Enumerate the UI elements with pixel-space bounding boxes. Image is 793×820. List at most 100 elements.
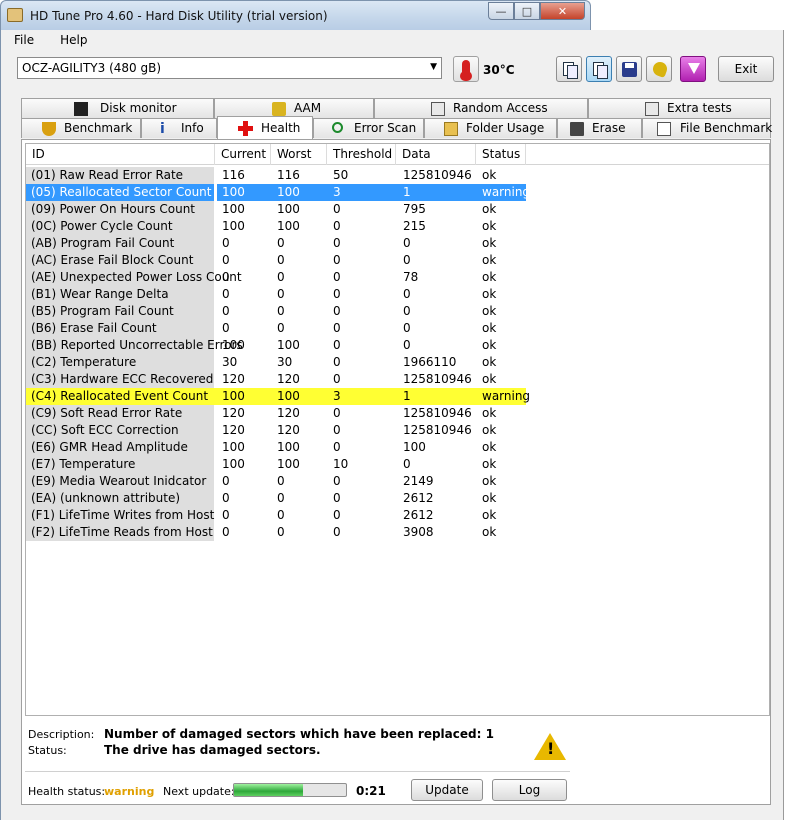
smart-attributes-table[interactable]: ID Current Worst Threshold Data Status (… [25, 143, 770, 716]
speaker-icon [272, 102, 286, 116]
cell-data: 2612 [403, 491, 434, 505]
folder-icon [444, 122, 458, 136]
header-current[interactable]: Current [215, 144, 271, 165]
tab-benchmark[interactable]: Benchmark [21, 118, 141, 138]
menu-file[interactable]: File [8, 32, 40, 50]
cell-worst: 0 [277, 525, 285, 539]
cell-data: 0 [403, 321, 411, 335]
table-row[interactable]: (E9) Media Wearout Inidcator 0 0 0 2149 ok [26, 473, 526, 490]
table-row[interactable]: (09) Power On Hours Count 100 100 0 795 ok [26, 201, 526, 218]
tab-erase[interactable]: Erase [557, 118, 642, 138]
table-row[interactable]: (EA) (unknown attribute) 0 0 0 2612 ok [26, 490, 526, 507]
table-row[interactable]: (C3) Hardware ECC Recovered 120 120 0 125810… [26, 371, 526, 388]
tab-folder-usage[interactable]: Folder Usage [424, 118, 557, 138]
copy-text-button[interactable] [556, 56, 582, 82]
tab-disk-monitor[interactable]: Disk monitor [21, 98, 214, 118]
table-row[interactable]: (E7) Temperature 100 100 10 0 ok [26, 456, 526, 473]
minimize-button[interactable]: — [488, 2, 514, 20]
cell-id: (F1) LifeTime Writes from Host [26, 507, 214, 524]
tab-health[interactable]: Health [217, 116, 313, 139]
options-wrench-icon[interactable] [646, 56, 672, 82]
cell-status: ok [482, 236, 497, 250]
cell-id: (E6) GMR Head Amplitude [26, 439, 214, 456]
cell-id: (09) Power On Hours Count [26, 201, 214, 218]
cell-data: 0 [403, 287, 411, 301]
table-row[interactable]: (C2) Temperature 30 30 0 1966110 ok [26, 354, 526, 371]
cell-current: 100 [222, 457, 245, 471]
drive-select-value: OCZ-AGILITY3 (480 gB) [22, 61, 162, 75]
table-row[interactable]: (AC) Erase Fail Block Count 0 0 0 0 ok [26, 252, 526, 269]
cell-data: 215 [403, 219, 426, 233]
cell-worst: 0 [277, 304, 285, 318]
cell-data: 1966110 [403, 355, 457, 369]
drive-select[interactable]: OCZ-AGILITY3 (480 gB) ▼ [17, 57, 442, 79]
cell-data: 2612 [403, 508, 434, 522]
update-progress-bar [233, 783, 347, 797]
tab-aam[interactable]: AAM [214, 98, 374, 118]
copy-screenshot-button[interactable] [586, 56, 612, 82]
table-row[interactable]: (0C) Power Cycle Count 100 100 0 215 ok [26, 218, 526, 235]
table-row[interactable]: (CC) Soft ECC Correction 120 120 0 125810946… [26, 422, 526, 439]
cell-id: (F2) LifeTime Reads from Host [26, 524, 214, 541]
cell-worst: 120 [277, 372, 300, 386]
cell-threshold: 0 [333, 202, 341, 216]
maximize-button[interactable]: □ [514, 2, 540, 20]
tab-file-benchmark[interactable]: File Benchmark [642, 118, 772, 138]
cell-id: (C4) Reallocated Event Count [26, 388, 214, 405]
hd-tune-app-icon [7, 8, 23, 22]
tab-info[interactable]: i Info [141, 118, 217, 138]
cell-threshold: 0 [333, 440, 341, 454]
close-button[interactable]: ✕ [540, 2, 585, 20]
table-row[interactable]: (C4) Reallocated Event Count 100 100 3 1 warn… [26, 388, 530, 405]
cell-worst: 0 [277, 321, 285, 335]
table-row[interactable]: (F2) LifeTime Reads from Host 0 0 0 3908 ok [26, 524, 526, 541]
health-status-value: warning [104, 785, 155, 798]
header-data[interactable]: Data [396, 144, 476, 165]
tab-random-access[interactable]: Random Access [374, 98, 588, 118]
table-row[interactable]: (E6) GMR Head Amplitude 100 100 0 100 ok [26, 439, 526, 456]
health-cross-icon [238, 121, 253, 136]
cell-current: 100 [222, 185, 245, 199]
log-button[interactable]: Log [492, 779, 567, 801]
cell-id: (AB) Program Fail Count [26, 235, 214, 252]
exit-button[interactable]: Exit [718, 56, 774, 82]
status-label: Status: [28, 744, 67, 757]
countdown-readout: 0:21 [356, 784, 386, 798]
header-worst[interactable]: Worst [271, 144, 327, 165]
table-row[interactable]: (B1) Wear Range Delta 0 0 0 0 ok [26, 286, 526, 303]
table-row[interactable]: (C9) Soft Read Error Rate 120 120 0 12581094… [26, 405, 526, 422]
update-button[interactable]: Update [411, 779, 483, 801]
cell-data: 125810946 [403, 372, 472, 386]
header-id[interactable]: ID [26, 144, 215, 165]
table-row[interactable]: (BB) Reported Uncorrectable Errors 100 100… [26, 337, 526, 354]
header-threshold[interactable]: Threshold [327, 144, 396, 165]
cell-current: 0 [222, 287, 230, 301]
table-row[interactable]: (B6) Erase Fail Count 0 0 0 0 ok [26, 320, 526, 337]
extra-tests-icon [645, 102, 659, 116]
cell-threshold: 0 [333, 321, 341, 335]
tab-error-scan[interactable]: Error Scan [313, 118, 424, 138]
table-row[interactable]: (F1) LifeTime Writes from Host 0 0 0 2612 ok [26, 507, 526, 524]
cell-threshold: 0 [333, 423, 341, 437]
tab-extra-tests[interactable]: Extra tests [588, 98, 771, 118]
table-row[interactable]: (AE) Unexpected Power Loss Count 0 0 0 78 ok [26, 269, 526, 286]
download-arrow-icon[interactable] [680, 56, 706, 82]
cell-threshold: 3 [333, 389, 341, 403]
table-row[interactable]: (05) Reallocated Sector Count 100 100 3 1 war… [26, 184, 530, 201]
cell-data: 0 [403, 304, 411, 318]
cell-status: ok [482, 355, 497, 369]
cell-data: 125810946 [403, 406, 472, 420]
table-row[interactable]: (B5) Program Fail Count 0 0 0 0 ok [26, 303, 526, 320]
cell-threshold: 0 [333, 287, 341, 301]
table-row[interactable]: (01) Raw Read Error Rate 116 116 50 12581094… [26, 167, 526, 184]
cell-status: ok [482, 287, 497, 301]
cell-status: ok [482, 304, 497, 318]
header-status[interactable]: Status [476, 144, 526, 165]
description-value: Number of damaged sectors which have bee… [104, 727, 494, 741]
cell-id: (C2) Temperature [26, 354, 214, 371]
menu-help[interactable]: Help [54, 32, 93, 50]
save-icon[interactable] [616, 56, 642, 82]
table-row[interactable]: (AB) Program Fail Count 0 0 0 0 ok [26, 235, 526, 252]
cell-data: 78 [403, 270, 419, 284]
cell-status: ok [482, 491, 497, 505]
